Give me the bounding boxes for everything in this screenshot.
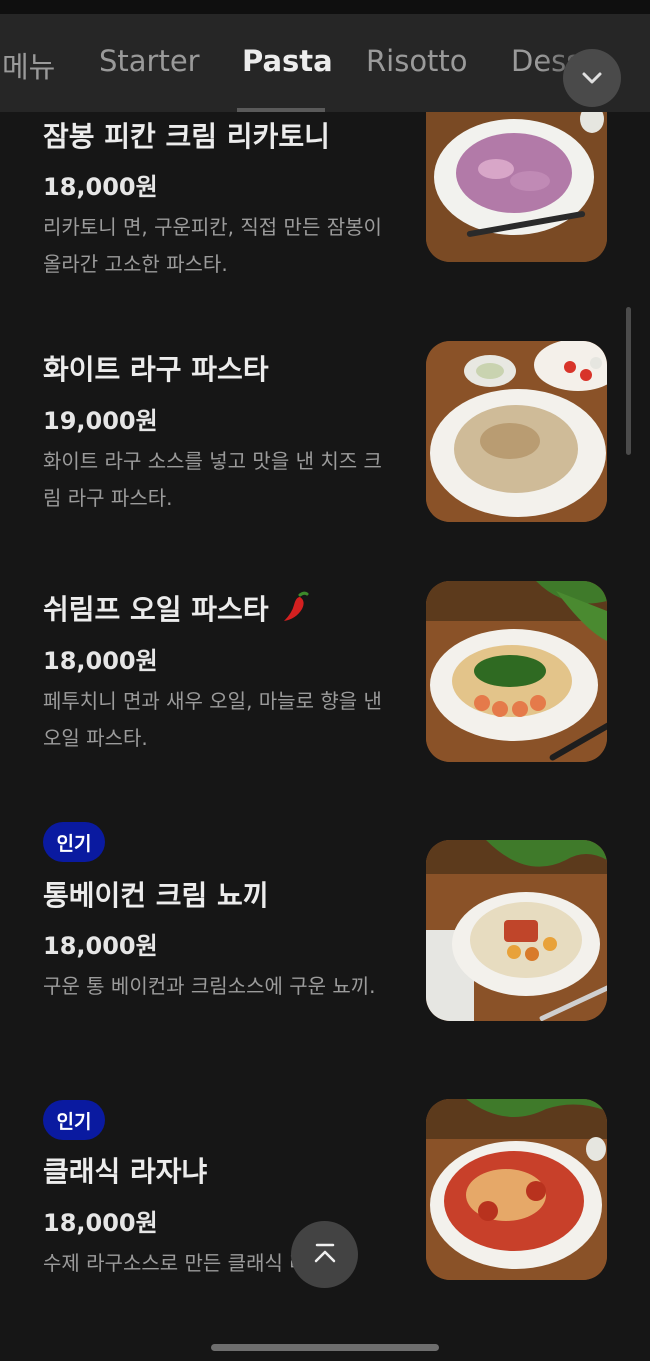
menu-item-name: 쉬림프 오일 파스타: [43, 588, 310, 628]
menu-item-description: 페투치니 면과 새우 오일, 마늘로 향을 낸 오일 파스타.: [43, 689, 382, 750]
status-bar: [0, 0, 650, 14]
menu-item-price: 19,000원: [43, 407, 158, 435]
menu-item-image: [426, 112, 607, 262]
menu-item-image: [426, 1099, 607, 1280]
menu-item-name: 화이트 라구 파스타: [43, 353, 269, 386]
menu-item-price: 18,000원: [43, 932, 158, 960]
menu-item-price: 18,000원: [43, 173, 158, 201]
scroll-to-top-button[interactable]: [291, 1221, 358, 1288]
expand-categories-button[interactable]: [563, 49, 621, 107]
tab-pasta[interactable]: Pasta: [242, 44, 333, 78]
scrollbar[interactable]: [626, 307, 631, 455]
menu-item-image: [426, 581, 607, 762]
menu-item-name: 잠봉 피칸 크림 리카토니: [43, 120, 330, 153]
menu-item-image: [426, 341, 607, 522]
popular-badge: 인기: [43, 822, 105, 862]
home-indicator: [211, 1344, 439, 1351]
tab-risotto[interactable]: Risotto: [366, 44, 468, 78]
menu-item-image: [426, 840, 607, 1021]
menu-item-list: 잠봉 피칸 크림 리카토니 18,000원 리카토니 면, 구운피칸, 직접 만…: [0, 112, 650, 1332]
menu-item-name-text: 쉬림프 오일 파스타: [43, 593, 269, 626]
chevron-up-icon: [314, 1243, 335, 1262]
popular-badge: 인기: [43, 1100, 105, 1140]
menu-item-description: 리카토니 면, 구운피칸, 직접 만든 잠봉이 올라간 고소한 파스타.: [43, 215, 382, 276]
chevron-down-icon: [582, 72, 602, 84]
tab-menu[interactable]: 메뉴: [2, 44, 55, 86]
menu-item-price: 18,000원: [43, 647, 158, 675]
menu-item-name: 통베이컨 크림 뇨끼: [43, 879, 269, 912]
menu-item-description: 화이트 라구 소스를 넣고 맛을 낸 치즈 크림 라구 파스타.: [43, 449, 382, 510]
chili-pepper-icon: [284, 591, 309, 621]
menu-item-price: 18,000원: [43, 1209, 158, 1237]
tab-starter[interactable]: Starter: [99, 44, 200, 78]
menu-item-description: 구운 통 베이컨과 크림소스에 구운 뇨끼.: [43, 974, 376, 998]
menu-item-name: 클래식 라자냐: [43, 1155, 208, 1188]
category-tab-bar: 메뉴 Starter Pasta Risotto Dessert: [0, 14, 650, 112]
